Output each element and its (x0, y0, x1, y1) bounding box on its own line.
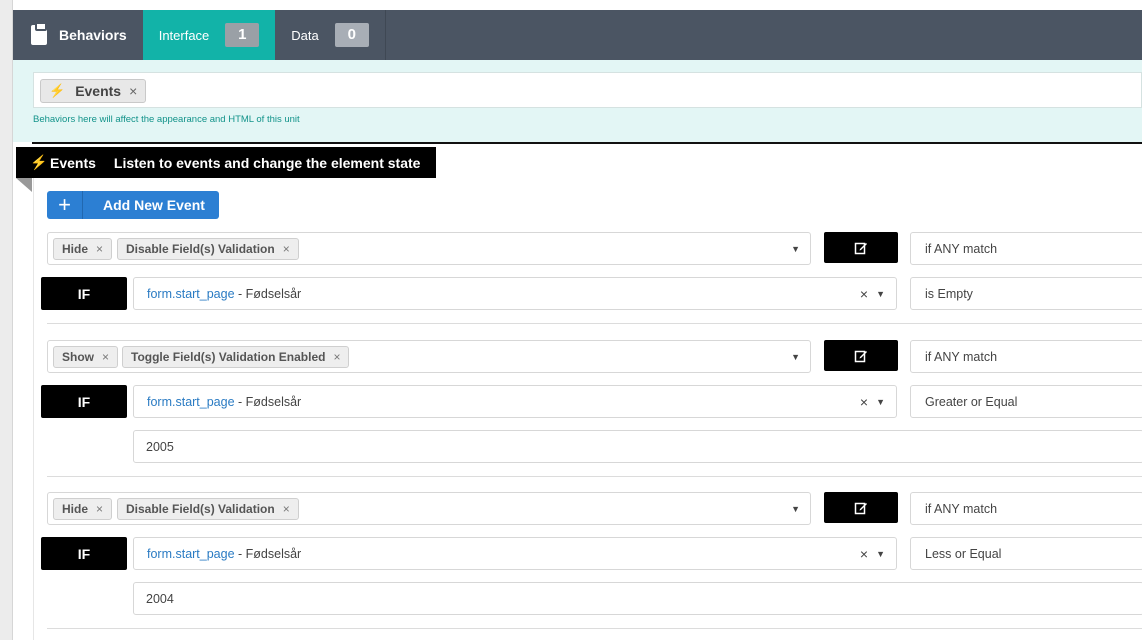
filter-pill-label: Events (75, 83, 122, 99)
action-tag-label: Disable Field(s) Validation (126, 242, 275, 256)
filter-hint: Behaviors here will affect the appearanc… (33, 114, 300, 125)
clipboard-icon (31, 22, 47, 45)
remove-tag-icon[interactable]: × (283, 502, 290, 516)
rule-3-field-select[interactable]: form.start_page - Fødselsår × ▼ (133, 537, 897, 570)
header-fold-corner (16, 178, 32, 192)
remove-tag-icon[interactable]: × (96, 502, 103, 516)
rule-1-if-button[interactable]: IF (41, 277, 127, 310)
events-section-header: ⚡ Events Listen to events and change the… (16, 147, 437, 178)
edit-icon (854, 350, 867, 362)
rule-1-match-select[interactable]: if ANY match (910, 232, 1142, 265)
rule-2-edit-button[interactable] (824, 340, 898, 371)
tab-data[interactable]: Data 0 (275, 10, 386, 60)
tab-interface[interactable]: Interface 1 (142, 10, 276, 60)
tab-interface-label: Interface (158, 27, 210, 43)
action-tag: Show × (53, 346, 119, 368)
section-divider (32, 142, 1142, 144)
rule-separator (47, 323, 1142, 324)
tab-data-count: 0 (334, 23, 369, 47)
rule-1-action-select[interactable]: Hide × Disable Field(s) Validation × ▼ (47, 232, 811, 265)
rule-1-field-select[interactable]: form.start_page - Fødselsår × ▼ (133, 277, 897, 310)
remove-pill-icon[interactable]: × (129, 83, 137, 99)
rule-separator (47, 628, 1142, 629)
field-name: Fødselsår (245, 394, 302, 409)
edit-icon (854, 502, 867, 514)
tab-bar: Behaviors Interface 1 Data 0 (13, 10, 1142, 60)
chevron-down-icon[interactable]: ▼ (791, 352, 800, 362)
rule-1-operator-select[interactable]: is Empty (910, 277, 1142, 310)
field-ref-link[interactable]: form.start_page (147, 287, 235, 301)
rule-3-operator-select[interactable]: Less or Equal (910, 537, 1142, 570)
tab-behaviors-label: Behaviors (59, 27, 127, 43)
field-name: Fødselsår (245, 286, 302, 301)
events-description: Listen to events and change the element … (113, 154, 421, 171)
field-separator: - (234, 394, 246, 409)
bolt-icon: ⚡ (49, 83, 66, 98)
field-separator: - (234, 546, 246, 561)
rule-2-match-select[interactable]: if ANY match (910, 340, 1142, 373)
chevron-down-icon[interactable]: ▼ (876, 549, 885, 559)
field-ref-link[interactable]: form.start_page (147, 395, 235, 409)
clear-icon[interactable]: × (860, 546, 868, 562)
rule-2-if-button[interactable]: IF (41, 385, 127, 418)
events-title: Events (50, 154, 96, 171)
clear-icon[interactable]: × (860, 286, 868, 302)
action-tag-label: Show (62, 350, 94, 364)
field-separator: - (234, 286, 246, 301)
remove-tag-icon[interactable]: × (102, 350, 109, 364)
chevron-down-icon[interactable]: ▼ (791, 504, 800, 514)
action-tag-label: Hide (62, 502, 89, 516)
tab-interface-count: 1 (225, 23, 260, 47)
rule-3-if-button[interactable]: IF (41, 537, 127, 570)
top-edge-strip (13, 0, 1142, 10)
action-tag-label: Disable Field(s) Validation (126, 502, 275, 516)
rule-2-operator-select[interactable]: Greater or Equal (910, 385, 1142, 418)
add-new-event-label: Add New Event (103, 197, 205, 213)
rule-2-field-select[interactable]: form.start_page - Fødselsår × ▼ (133, 385, 897, 418)
chevron-down-icon[interactable]: ▼ (876, 397, 885, 407)
field-name: Fødselsår (245, 546, 302, 561)
rule-separator (47, 476, 1142, 477)
behavior-filter-input[interactable]: ⚡ Events × (33, 72, 1142, 108)
action-tag-label: Toggle Field(s) Validation Enabled (131, 350, 326, 364)
remove-tag-icon[interactable]: × (283, 242, 290, 256)
remove-tag-icon[interactable]: × (333, 350, 340, 364)
add-new-event-button[interactable]: + Add New Event (47, 191, 219, 219)
rule-3-value-input[interactable]: 2004 (133, 582, 1142, 615)
rule-2-value-input[interactable]: 2005 (133, 430, 1142, 463)
remove-tag-icon[interactable]: × (96, 242, 103, 256)
chevron-down-icon[interactable]: ▼ (791, 244, 800, 254)
rule-2-action-select[interactable]: Show × Toggle Field(s) Validation Enable… (47, 340, 811, 373)
left-edge-strip (0, 0, 13, 640)
edit-icon (854, 242, 867, 254)
chevron-down-icon[interactable]: ▼ (876, 289, 885, 299)
rule-3-match-select[interactable]: if ANY match (910, 492, 1142, 525)
plus-icon: + (47, 191, 83, 219)
action-tag: Disable Field(s) Validation × (117, 498, 299, 520)
rule-1-edit-button[interactable] (824, 232, 898, 263)
rule-3-edit-button[interactable] (824, 492, 898, 523)
action-tag: Toggle Field(s) Validation Enabled × (122, 346, 350, 368)
tab-data-label: Data (291, 27, 319, 43)
filter-panel: ⚡ Events × Behaviors here will affect th… (13, 60, 1142, 142)
filter-pill-events: ⚡ Events × (40, 79, 147, 103)
action-tag: Disable Field(s) Validation × (117, 238, 299, 260)
rule-3-action-select[interactable]: Hide × Disable Field(s) Validation × ▼ (47, 492, 811, 525)
action-tag: Hide × (53, 238, 113, 260)
tab-behaviors[interactable]: Behaviors (13, 10, 143, 60)
field-ref-link[interactable]: form.start_page (147, 547, 235, 561)
clear-icon[interactable]: × (860, 394, 868, 410)
action-tag: Hide × (53, 498, 113, 520)
bolt-icon: ⚡ (30, 154, 48, 170)
action-tag-label: Hide (62, 242, 89, 256)
